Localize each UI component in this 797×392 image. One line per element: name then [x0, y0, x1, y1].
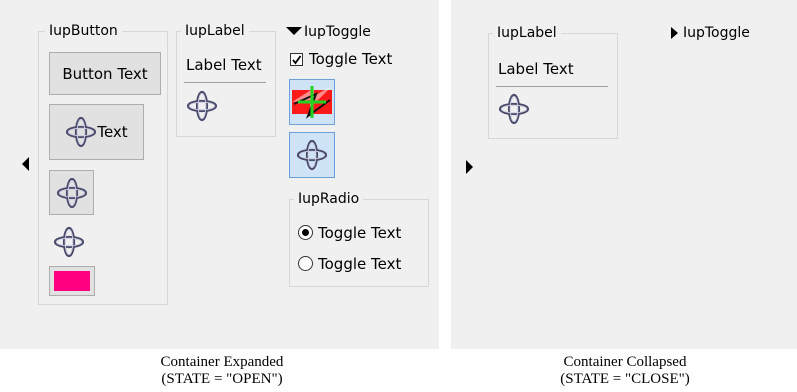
frame-title: IupButton [45, 23, 122, 39]
toggle-frame-title: IupToggle [304, 24, 371, 40]
collapsed-panel: IupLabel Label Text IupToggle [451, 0, 797, 349]
frame-title: IupLabel [181, 23, 249, 39]
button-label: Text [97, 123, 128, 141]
expanded-panel: IupButton Button Text Text IupLabel Labe… [0, 0, 439, 349]
tecgraf-logo-icon [292, 86, 332, 119]
frame-title: IupRadio [294, 191, 364, 207]
toggle-label[interactable]: Toggle Text [309, 50, 392, 68]
caption-collapsed: Container Collapsed (STATE = "CLOSE") [475, 354, 775, 388]
arrow-down-icon[interactable] [286, 27, 302, 35]
toggle-frame-title: IupToggle [683, 25, 750, 41]
radio-button[interactable] [298, 256, 313, 271]
arrow-right-icon[interactable] [671, 27, 678, 39]
caption-line: Container Expanded [160, 354, 284, 370]
image-button[interactable] [49, 170, 94, 215]
iupradio-frame: IupRadio [289, 191, 429, 287]
gyroscope-icon [186, 90, 218, 122]
gyroscope-icon [498, 93, 530, 125]
label-separator [184, 82, 266, 83]
flat-image-button[interactable] [49, 223, 89, 261]
gyroscope-icon [65, 116, 97, 148]
image-toggle[interactable] [289, 79, 335, 125]
arrow-right-icon[interactable] [466, 160, 473, 174]
color-swatch [54, 271, 90, 291]
text-button[interactable]: Button Text [49, 52, 161, 95]
image-toggle-pressed[interactable] [289, 132, 335, 178]
radio-label[interactable]: Toggle Text [318, 224, 401, 242]
radio-button-selected[interactable] [298, 225, 313, 240]
button-label: Button Text [62, 64, 148, 83]
gyroscope-icon [296, 139, 328, 171]
radio-label[interactable]: Toggle Text [318, 255, 401, 273]
color-button[interactable] [49, 266, 95, 296]
gyroscope-icon [53, 226, 85, 258]
label-separator [496, 86, 608, 87]
caption-line: (STATE = "OPEN") [161, 371, 283, 387]
image-text-button[interactable]: Text [49, 104, 144, 160]
gyroscope-icon [56, 177, 88, 209]
check-icon [292, 55, 302, 65]
caption-line: Container Collapsed [563, 354, 687, 370]
frame-title: IupLabel [493, 25, 561, 41]
label-text: Label Text [498, 60, 574, 78]
toggle-checkbox[interactable] [290, 53, 303, 66]
caption-expanded: Container Expanded (STATE = "OPEN") [72, 354, 372, 388]
label-text: Label Text [186, 56, 262, 74]
caption-line: (STATE = "CLOSE") [560, 371, 690, 387]
arrow-left-icon[interactable] [22, 157, 29, 171]
